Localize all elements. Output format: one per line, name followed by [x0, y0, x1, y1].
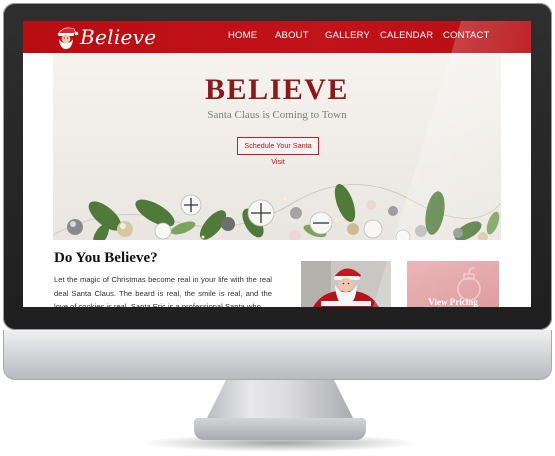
hero-subtitle: Santa Claus is Coming to Town: [207, 109, 347, 121]
section-body-text: Let the magic of Christmas become real i…: [54, 275, 272, 307]
nav-calendar[interactable]: CALENDAR: [380, 30, 433, 41]
view-pricing-card[interactable]: View Pricing: [407, 261, 499, 307]
schedule-visit-button[interactable]: Schedule Your Santa Visit: [237, 137, 319, 166]
site-logo[interactable]: Believe: [53, 22, 156, 52]
site-header: Believe HOME ABOUT GALLERY CALENDAR CONT…: [23, 21, 531, 53]
nav-contact[interactable]: CONTACT: [443, 30, 490, 41]
santa-face-icon: [57, 27, 79, 49]
monitor-chin: [3, 330, 552, 380]
santa-photo-image: [301, 261, 391, 307]
main-nav: HOME ABOUT GALLERY CALENDAR CONTACT: [228, 21, 531, 53]
view-pricing-label: View Pricing: [428, 297, 478, 307]
monitor-stand-base: [194, 418, 366, 440]
hero-banner: BELIEVE Santa Claus is Coming to Town Sc…: [53, 53, 501, 240]
monitor-screen: Believe HOME ABOUT GALLERY CALENDAR CONT…: [23, 21, 531, 307]
logo-text: Believe: [80, 25, 157, 49]
hero-title: BELIEVE: [205, 73, 349, 106]
monitor-stand-neck: [205, 380, 355, 422]
santa-photo[interactable]: [301, 261, 391, 307]
nav-gallery[interactable]: GALLERY: [325, 30, 370, 41]
nav-about[interactable]: ABOUT: [275, 30, 309, 41]
nav-home[interactable]: HOME: [228, 30, 257, 41]
section-heading: Do You Believe?: [54, 250, 158, 266]
